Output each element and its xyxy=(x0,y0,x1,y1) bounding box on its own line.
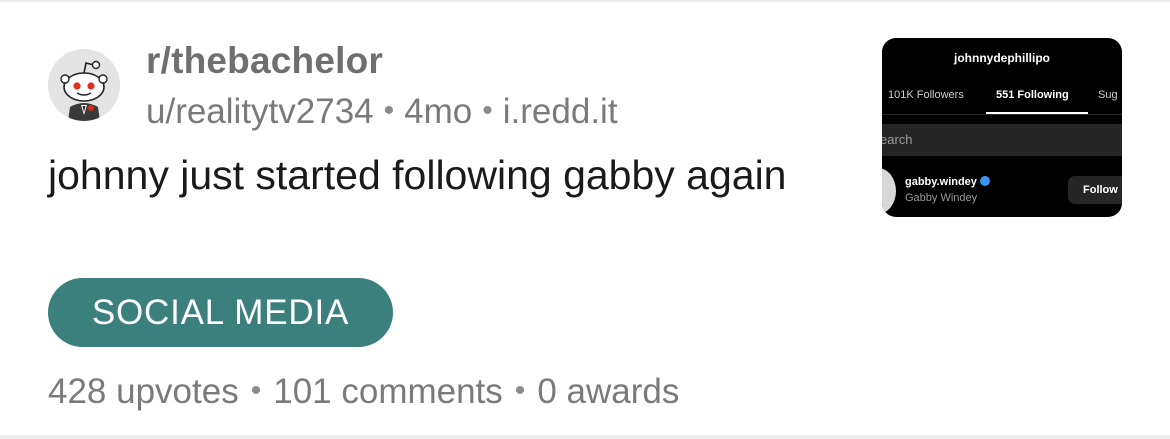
post-stats: 428 upvotes • 101 comments • 0 awards xyxy=(48,372,679,412)
snoo-avatar-icon[interactable] xyxy=(48,49,120,121)
verified-badge-icon xyxy=(979,176,990,186)
post-meta: u/realitytv2734 • 4mo • i.redd.it xyxy=(146,92,618,132)
subreddit-name[interactable]: r/thebachelor xyxy=(146,40,383,82)
stats-separator: • xyxy=(250,374,262,407)
meta-separator: • xyxy=(482,94,493,127)
thumb-search-field: earch xyxy=(882,124,1122,156)
thumb-tab-divider xyxy=(882,114,1122,115)
thumb-row-username: gabby.windey xyxy=(905,175,990,188)
post-domain-link[interactable]: i.redd.it xyxy=(503,92,618,131)
thumb-tab-followers: 101K Followers xyxy=(888,89,964,101)
comment-count[interactable]: 101 comments xyxy=(273,372,503,411)
thumb-username: johnnydephillipo xyxy=(954,51,1050,65)
thumb-tab-following: 551 Following xyxy=(996,89,1069,101)
author-link[interactable]: u/realitytv2734 xyxy=(146,92,374,131)
thumb-follow-button: Follow xyxy=(1068,176,1122,204)
post-title[interactable]: johnny just started following gabby agai… xyxy=(48,148,808,202)
thumb-tab-suggested: Sug xyxy=(1098,89,1118,101)
thumb-row-username-text: gabby.windey xyxy=(905,176,977,188)
thumb-row-fullname: Gabby Windey xyxy=(905,192,978,204)
post-flair[interactable]: SOCIAL MEDIA xyxy=(48,278,393,347)
post-thumbnail[interactable]: johnnydephillipo 101K Followers 551 Foll… xyxy=(882,38,1122,217)
stats-separator: • xyxy=(514,374,526,407)
award-count: 0 awards xyxy=(537,372,680,411)
post-age: 4mo xyxy=(404,92,473,131)
upvote-count: 428 upvotes xyxy=(48,372,239,411)
top-divider xyxy=(0,0,1170,2)
meta-separator: • xyxy=(383,94,395,127)
thumb-row-avatar xyxy=(882,168,896,214)
bottom-divider xyxy=(0,435,1170,439)
